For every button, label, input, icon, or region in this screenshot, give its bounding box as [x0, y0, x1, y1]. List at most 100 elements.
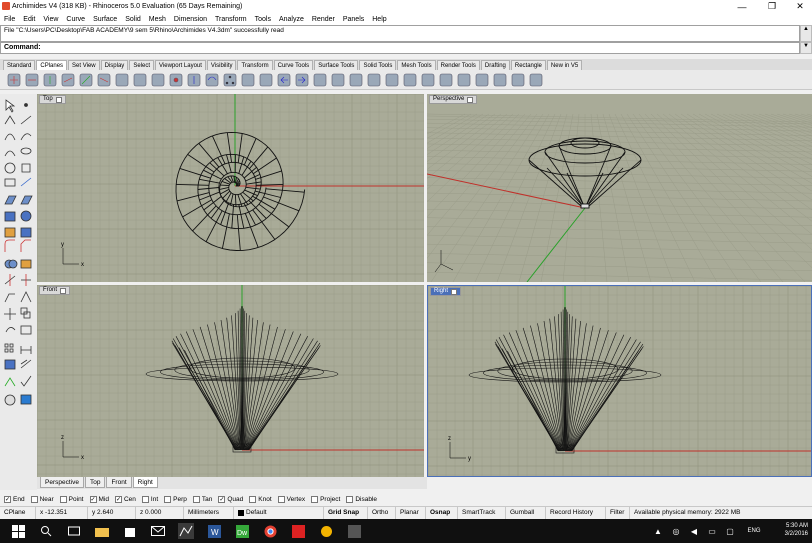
chrome-icon[interactable] [262, 523, 278, 539]
command-history-scrollbar[interactable]: ▲ [800, 25, 812, 42]
osnap-point[interactable]: Point [59, 495, 84, 503]
cplane-named-views-icon[interactable] [511, 73, 525, 87]
named-cplanes-icon[interactable] [313, 73, 327, 87]
osnap-disable[interactable]: Disable [346, 495, 377, 503]
cplane-world-front-icon[interactable] [133, 73, 147, 87]
command-prompt[interactable]: Command: [0, 42, 800, 54]
status-layer[interactable]: Default [234, 507, 324, 519]
viewport-menu-icon[interactable] [55, 96, 62, 103]
menu-transform[interactable]: Transform [215, 16, 247, 23]
trim-icon[interactable] [4, 274, 16, 286]
freeform-curve-icon[interactable] [20, 133, 32, 141]
circle-icon[interactable] [4, 162, 16, 174]
maximize-button[interactable]: ❐ [757, 0, 787, 13]
status-planar[interactable]: Planar [396, 507, 426, 519]
fillet-icon[interactable] [4, 239, 15, 252]
status-filter[interactable]: Filter [606, 507, 630, 519]
osnap-near[interactable]: Near [30, 495, 54, 503]
menu-help[interactable]: Help [372, 16, 386, 23]
viewport-top[interactable]: y x Top [37, 94, 424, 282]
menu-tools[interactable]: Tools [255, 16, 271, 23]
osnap-tan[interactable]: Tan [192, 495, 212, 503]
menu-surface[interactable]: Surface [93, 16, 117, 23]
menu-panels[interactable]: Panels [343, 16, 364, 23]
extrude-icon[interactable] [20, 195, 33, 205]
hatch-icon[interactable] [20, 359, 32, 369]
tab-surface-tools[interactable]: Surface Tools [314, 60, 359, 70]
mesh-icon[interactable] [4, 227, 16, 238]
polygon-icon[interactable] [21, 163, 31, 173]
point-icon[interactable] [24, 103, 28, 107]
app-icon[interactable] [346, 523, 362, 539]
menu-view[interactable]: View [43, 16, 58, 23]
cplane-curve-icon[interactable] [349, 73, 363, 87]
render-icon[interactable] [4, 394, 16, 406]
osnap-checkbox[interactable]: ✓ [89, 495, 97, 503]
scale-icon[interactable] [20, 325, 32, 335]
language-indicator[interactable]: ENG [744, 523, 764, 539]
battery-icon[interactable]: ▭ [704, 523, 720, 539]
tab-new-in-v5[interactable]: New in V5 [546, 60, 583, 70]
status-grid-snap[interactable]: Grid Snap [324, 507, 368, 519]
cplane-redo-icon[interactable] [295, 73, 309, 87]
array-icon[interactable] [4, 343, 14, 353]
dimension-icon[interactable] [20, 346, 32, 354]
viewport-label-right[interactable]: Right [430, 287, 462, 296]
menu-dimension[interactable]: Dimension [174, 16, 207, 23]
viewport-label-perspective[interactable]: Perspective [429, 95, 478, 104]
osnap-checkbox[interactable]: ✓ [218, 495, 226, 503]
layer-icon[interactable] [20, 394, 32, 405]
split-icon[interactable] [21, 274, 31, 286]
start-button[interactable] [10, 523, 26, 539]
osnap-mid[interactable]: ✓ Mid [89, 495, 109, 503]
cplane-bottom-icon[interactable] [25, 73, 39, 87]
vp-tab-perspective[interactable]: Perspective [40, 477, 84, 488]
osnap-checkbox[interactable] [30, 495, 38, 503]
task-view-icon[interactable] [66, 523, 82, 539]
cplane-world-top-icon[interactable] [115, 73, 129, 87]
tab-viewport-layout[interactable]: Viewport Layout [155, 60, 206, 70]
tab-visibility[interactable]: Visibility [206, 60, 237, 70]
viewport-label-front[interactable]: Front [39, 286, 71, 295]
status-units[interactable]: Millimeters [184, 507, 234, 519]
osnap-int[interactable]: Int [141, 495, 158, 503]
cplane-to-view-icon[interactable] [259, 73, 273, 87]
vp-tab-right[interactable]: Right [132, 477, 158, 488]
osnap-checkbox[interactable] [141, 495, 149, 503]
menu-solid[interactable]: Solid [125, 16, 141, 23]
osnap-checkbox[interactable] [164, 495, 172, 503]
network-icon[interactable]: ◎ [668, 523, 684, 539]
osnap-checkbox[interactable] [277, 495, 285, 503]
cplane-align-icon[interactable] [439, 73, 453, 87]
cplane-perpendicular-icon[interactable] [331, 73, 345, 87]
cplane-elevation-icon[interactable] [187, 73, 201, 87]
cplane-sync-icon[interactable] [529, 73, 543, 87]
cplane-back-icon[interactable] [61, 73, 75, 87]
osnap-quad[interactable]: ✓ Quad [218, 495, 243, 503]
explode-icon[interactable] [20, 291, 32, 303]
command-scrollbar[interactable]: ▼ [800, 42, 812, 54]
volume-icon[interactable]: ◀ [686, 523, 702, 539]
osnap-cen[interactable]: ✓ Cen [114, 495, 136, 503]
dreamweaver-icon[interactable]: Dw [234, 523, 250, 539]
menu-edit[interactable]: Edit [23, 16, 35, 23]
rectangle-icon[interactable] [4, 178, 16, 187]
curve-icon[interactable] [4, 133, 16, 141]
tab-cplanes[interactable]: CPlanes [36, 60, 68, 70]
acrobat-icon[interactable] [290, 523, 306, 539]
line-icon[interactable] [20, 115, 32, 125]
viewport-menu-icon[interactable] [60, 287, 67, 294]
osnap-project[interactable]: Project [311, 495, 340, 503]
cplane-left-icon[interactable] [79, 73, 93, 87]
curve-from-object-icon[interactable] [20, 177, 32, 187]
move-icon[interactable] [4, 308, 16, 320]
cplane-world-icon[interactable] [457, 73, 471, 87]
cplane-undo-icon[interactable] [277, 73, 291, 87]
file-explorer-icon[interactable] [94, 523, 110, 539]
tab-render-tools[interactable]: Render Tools [436, 60, 480, 70]
status-cplane[interactable]: CPlane [0, 507, 36, 519]
osnap-checkbox[interactable]: ✓ [4, 495, 11, 503]
polyline-icon[interactable] [4, 115, 16, 125]
menu-render[interactable]: Render [312, 16, 335, 23]
viewport-perspective[interactable]: Perspective [427, 94, 812, 282]
